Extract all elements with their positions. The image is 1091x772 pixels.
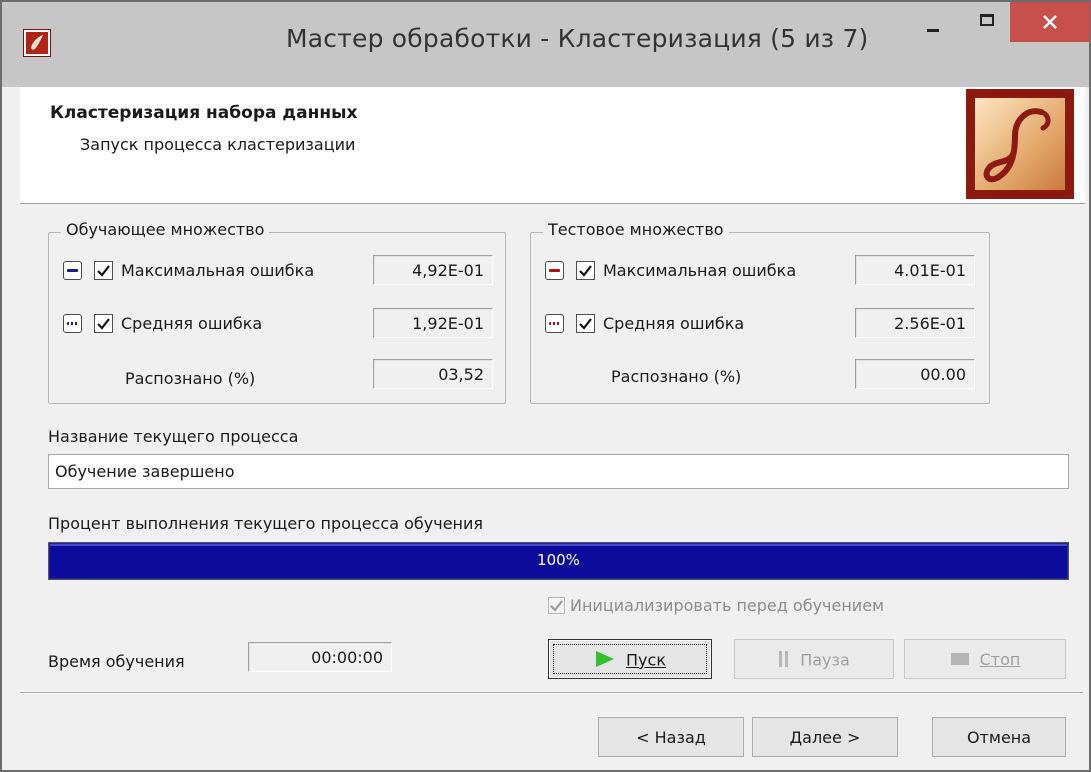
stop-button-label: Стоп bbox=[979, 650, 1021, 669]
process-name-label: Название текущего процесса bbox=[48, 427, 299, 446]
test-avg-error-label: Средняя ошибка bbox=[603, 314, 745, 333]
progress-text: 100% bbox=[537, 551, 580, 569]
deductor-logo bbox=[966, 89, 1074, 199]
test-max-error-label: Максимальная ошибка bbox=[603, 261, 797, 280]
test-max-error-value: 4.01E-01 bbox=[855, 255, 975, 285]
checkmark-icon bbox=[579, 265, 592, 277]
progress-label: Процент выполнения текущего процесса обу… bbox=[48, 514, 484, 533]
train-recognized-label: Распознано (%) bbox=[125, 369, 256, 388]
stop-icon bbox=[950, 651, 970, 670]
init-before-training-checkbox[interactable] bbox=[548, 597, 565, 614]
stop-button[interactable]: Стоп bbox=[904, 639, 1066, 679]
train-max-error-label: Максимальная ошибка bbox=[121, 261, 315, 280]
train-avg-error-legend[interactable] bbox=[63, 314, 82, 333]
pause-button-label: Пауза bbox=[800, 650, 850, 670]
train-recognized-value: 03,52 bbox=[373, 359, 493, 389]
start-button[interactable]: Пуск bbox=[548, 639, 712, 679]
title-bar[interactable]: Мастер обработки - Кластеризация (5 из 7… bbox=[2, 2, 1090, 87]
minimize-icon bbox=[927, 29, 939, 32]
checkmark-icon bbox=[579, 318, 592, 330]
test-max-error-checkbox[interactable] bbox=[576, 261, 595, 280]
train-max-error-value: 4,92E-01 bbox=[373, 255, 493, 285]
header-subtitle: Запуск процесса кластеризации bbox=[80, 135, 356, 154]
train-avg-error-label: Средняя ошибка bbox=[121, 314, 263, 333]
maximize-button[interactable] bbox=[964, 2, 1010, 42]
app-icon[interactable] bbox=[23, 29, 51, 57]
checkmark-icon bbox=[550, 600, 563, 612]
training-time-label: Время обучения bbox=[48, 652, 185, 671]
pause-icon bbox=[778, 650, 790, 672]
test-avg-error-checkbox[interactable] bbox=[576, 314, 595, 333]
train-set-title: Обучающее множество bbox=[61, 220, 270, 239]
init-before-training-label: Инициализировать перед обучением bbox=[570, 596, 885, 615]
window-title: Мастер обработки - Кластеризация (5 из 7… bbox=[286, 24, 869, 53]
wizard-window: Мастер обработки - Кластеризация (5 из 7… bbox=[0, 0, 1091, 772]
checkmark-icon bbox=[97, 318, 110, 330]
train-avg-error-checkbox[interactable] bbox=[94, 314, 113, 333]
progress-bar: 100% bbox=[48, 542, 1069, 580]
train-avg-error-value: 1,92E-01 bbox=[373, 308, 493, 338]
wizard-header: Кластеризация набора данных Запуск проце… bbox=[20, 87, 1085, 204]
train-max-error-legend[interactable] bbox=[63, 261, 82, 280]
minimize-button[interactable] bbox=[910, 2, 956, 42]
pause-button[interactable]: Пауза bbox=[734, 639, 894, 679]
close-button[interactable] bbox=[1010, 2, 1090, 42]
train-max-error-checkbox[interactable] bbox=[94, 261, 113, 280]
test-recognized-value: 00.00 bbox=[855, 359, 975, 389]
test-set-group: Тестовое множество Максимальная ошибка 4… bbox=[530, 220, 990, 404]
next-button[interactable]: Далее > bbox=[752, 717, 898, 757]
test-avg-error-legend[interactable] bbox=[545, 314, 564, 333]
back-button[interactable]: < Назад bbox=[598, 717, 744, 757]
maximize-icon bbox=[980, 14, 994, 26]
test-avg-error-value: 2.56E-01 bbox=[855, 308, 975, 338]
training-time-value: 00:00:00 bbox=[248, 642, 392, 672]
footer-separator bbox=[20, 692, 1083, 694]
test-recognized-label: Распознано (%) bbox=[611, 367, 742, 386]
close-icon bbox=[1043, 15, 1057, 29]
test-max-error-legend[interactable] bbox=[545, 261, 564, 280]
cancel-button[interactable]: Отмена bbox=[932, 717, 1066, 757]
header-title: Кластеризация набора данных bbox=[50, 103, 358, 123]
train-set-group: Обучающее множество Максимальная ошибка … bbox=[48, 220, 506, 404]
checkmark-icon bbox=[97, 265, 110, 277]
test-set-title: Тестовое множество bbox=[543, 220, 729, 239]
process-name-field[interactable]: Обучение завершено bbox=[48, 454, 1069, 489]
